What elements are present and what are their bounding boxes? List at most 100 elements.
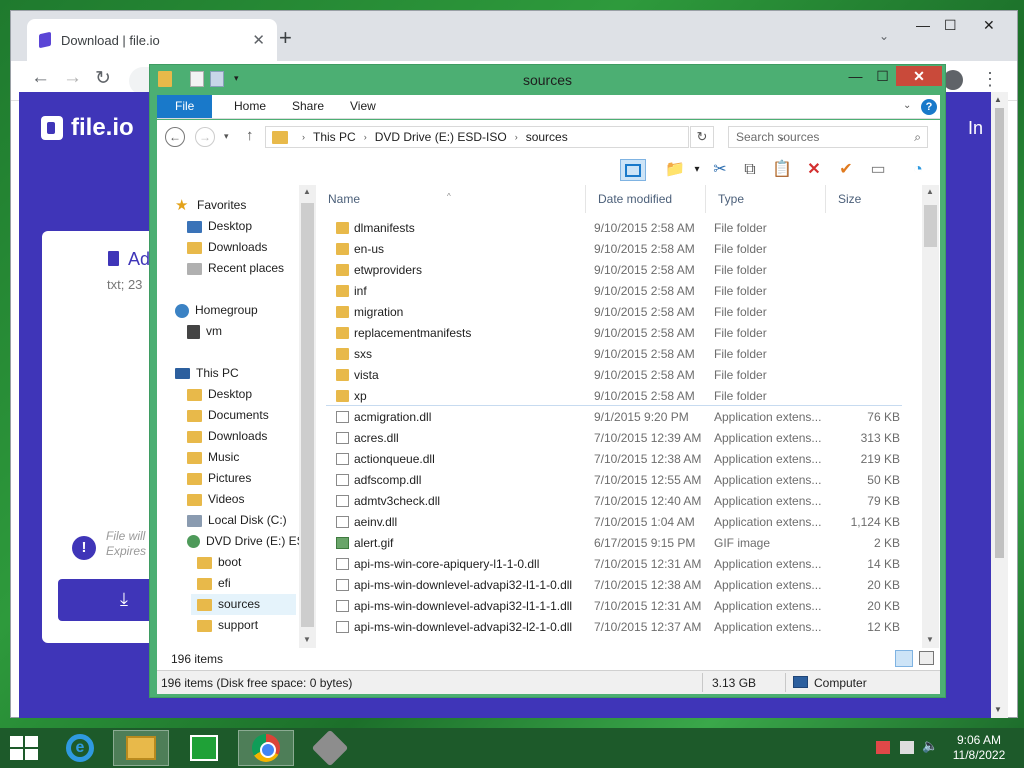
nav-scroll-thumb[interactable] xyxy=(301,203,314,627)
delete-icon[interactable]: ✕ xyxy=(801,159,827,181)
scroll-up-icon[interactable]: ▲ xyxy=(994,95,1002,104)
start-button[interactable] xyxy=(10,736,38,760)
explorer-minimize-button[interactable]: — xyxy=(842,66,869,86)
nav-pc-music[interactable]: Music xyxy=(187,447,239,468)
column-header-size[interactable]: Size xyxy=(826,185,922,213)
taskbar-store[interactable] xyxy=(176,730,232,766)
up-arrow-icon[interactable]: ↑ xyxy=(246,127,254,144)
crumb-sources[interactable]: sources xyxy=(526,130,568,144)
chrome-minimize-button[interactable]: — xyxy=(916,17,930,33)
copy-icon[interactable]: ⧉ xyxy=(737,159,763,181)
file-row[interactable]: api-ms-win-downlevel-advapi32-l1-1-0.dll… xyxy=(326,575,922,596)
address-bar[interactable]: › This PC › DVD Drive (E:) ESD-ISO › sou… xyxy=(265,126,786,148)
taskbar-ie[interactable]: e xyxy=(52,730,108,766)
taskbar-file-explorer[interactable] xyxy=(113,730,169,766)
nav-fav-desktop[interactable]: Desktop xyxy=(187,216,252,237)
page-scroll-thumb[interactable] xyxy=(995,108,1004,558)
file-row[interactable]: migration 9/10/2015 2:58 AM File folder xyxy=(326,302,922,323)
cut-icon[interactable]: ✂ xyxy=(707,159,733,181)
nav-dvd-efi[interactable]: efi xyxy=(197,573,231,594)
scroll-down-icon[interactable]: ▼ xyxy=(303,635,311,644)
login-link[interactable]: In xyxy=(968,118,983,139)
column-header-name[interactable]: Name ^ xyxy=(316,185,586,213)
nav-dvd-boot[interactable]: boot xyxy=(197,552,241,573)
scroll-down-icon[interactable]: ▼ xyxy=(994,705,1002,714)
file-scrollbar[interactable]: ▲ ▼ xyxy=(922,185,939,648)
new-tab-button[interactable]: + xyxy=(279,27,292,49)
chrome-menu-icon[interactable]: ⋮ xyxy=(981,69,999,90)
file-row[interactable]: api-ms-win-core-apiquery-l1-1-0.dll 7/10/… xyxy=(326,554,922,575)
nav-dvd-sources[interactable]: sources xyxy=(191,594,296,615)
file-row[interactable]: dlmanifests 9/10/2015 2:58 AM File folder xyxy=(326,218,922,239)
file-row[interactable]: inf 9/10/2015 2:58 AM File folder xyxy=(326,281,922,302)
nav-pc-downloads[interactable]: Downloads xyxy=(187,426,267,447)
paste-icon[interactable]: 📋 xyxy=(769,159,795,181)
file-row[interactable]: acmigration.dll 9/1/2015 9:20 PM Applicati… xyxy=(326,407,922,428)
tab-search-icon[interactable]: ⌄ xyxy=(879,29,889,43)
nav-pc-local-disk[interactable]: Local Disk (C:) xyxy=(187,510,287,531)
scroll-up-icon[interactable]: ▲ xyxy=(926,187,934,196)
nav-pc-dvd-drive[interactable]: DVD Drive (E:) ES xyxy=(187,531,305,552)
taskbar-app[interactable] xyxy=(302,729,358,767)
forward-arrow-icon[interactable]: → xyxy=(63,67,82,89)
ribbon-tab-view[interactable]: View xyxy=(335,95,391,118)
chrome-maximize-button[interactable]: ☐ xyxy=(944,17,957,34)
browser-tab[interactable]: Download | file.io ✕ xyxy=(27,19,277,61)
nav-fav-downloads[interactable]: Downloads xyxy=(187,237,267,258)
refresh-icon[interactable]: ↻ xyxy=(690,126,714,148)
properties-check-icon[interactable]: ✔ xyxy=(833,159,859,181)
system-clock[interactable]: 9:06 AM 11/8/2022 xyxy=(944,733,1014,763)
search-input[interactable]: Search sources ⌕ xyxy=(728,126,928,148)
network-icon[interactable]: ◔ xyxy=(905,159,931,181)
file-row[interactable]: alert.gif 6/17/2015 9:15 PM GIF image 2 KB xyxy=(326,533,922,554)
nav-pc-documents[interactable]: Documents xyxy=(187,405,269,426)
file-row[interactable]: api-ms-win-downlevel-advapi32-l2-1-0.dll… xyxy=(326,617,922,638)
nav-fav-recent[interactable]: Recent places xyxy=(187,258,284,279)
explorer-titlebar[interactable]: ▾ sources — ☐ ✕ xyxy=(150,65,945,95)
crumb-this-pc[interactable]: This PC xyxy=(313,130,356,144)
nav-vm[interactable]: vm xyxy=(187,321,222,342)
file-row[interactable]: replacementmanifests 9/10/2015 2:58 AM Fil… xyxy=(326,323,922,344)
recent-locations-icon[interactable]: ▾ xyxy=(224,131,229,142)
ribbon-tab-home[interactable]: Home xyxy=(219,95,281,118)
nav-dvd-support[interactable]: support xyxy=(197,615,258,636)
file-row[interactable]: etwproviders 9/10/2015 2:58 AM File folder xyxy=(326,260,922,281)
file-row[interactable]: vista 9/10/2015 2:58 AM File folder xyxy=(326,365,922,386)
rename-icon[interactable]: ▭ xyxy=(865,159,891,181)
nav-this-pc[interactable]: This PC xyxy=(175,363,239,384)
file-row[interactable]: adfscomp.dll 7/10/2015 12:55 AM Applicatio… xyxy=(326,470,922,491)
file-row[interactable]: en-us 9/10/2015 2:58 AM File folder xyxy=(326,239,922,260)
scroll-down-icon[interactable]: ▼ xyxy=(926,635,934,644)
tab-close-icon[interactable]: ✕ xyxy=(252,31,265,49)
nav-pc-pictures[interactable]: Pictures xyxy=(187,468,251,489)
search-icon[interactable]: ⌕ xyxy=(914,127,921,147)
file-row[interactable]: acres.dll 7/10/2015 12:39 AM Application e… xyxy=(326,428,922,449)
nav-favorites[interactable]: ★ Favorites xyxy=(175,195,246,216)
details-view-icon[interactable] xyxy=(895,650,913,667)
forward-button[interactable]: → xyxy=(195,127,215,147)
nav-pc-videos[interactable]: Videos xyxy=(187,489,244,510)
crumb-separator[interactable]: › xyxy=(364,132,367,142)
ribbon-tab-share[interactable]: Share xyxy=(277,95,339,118)
crumb-separator[interactable]: › xyxy=(302,132,305,142)
column-header-date[interactable]: Date modified xyxy=(586,185,706,213)
nav-homegroup[interactable]: Homegroup xyxy=(175,300,258,321)
fileio-logo[interactable]: file.io xyxy=(41,114,134,142)
file-row[interactable]: api-ms-win-downlevel-advapi32-l1-1-1.dll… xyxy=(326,596,922,617)
page-scrollbar[interactable]: ▲ ▼ xyxy=(991,92,1008,718)
column-header-type[interactable]: Type xyxy=(706,185,826,213)
scroll-up-icon[interactable]: ▲ xyxy=(303,187,311,196)
explorer-close-button[interactable]: ✕ xyxy=(896,66,942,86)
file-scroll-thumb[interactable] xyxy=(924,205,937,247)
expand-ribbon-icon[interactable]: ⌄ xyxy=(903,100,911,111)
back-button[interactable]: ← xyxy=(165,127,185,147)
action-center-flag-icon[interactable] xyxy=(876,741,890,754)
crumb-dvd-drive[interactable]: DVD Drive (E:) ESD-ISO xyxy=(375,130,507,144)
help-icon[interactable]: ? xyxy=(921,99,937,115)
preview-pane-icon[interactable] xyxy=(620,159,646,181)
nav-pc-desktop[interactable]: Desktop xyxy=(187,384,252,405)
file-row[interactable]: xp 9/10/2015 2:58 AM File folder xyxy=(326,386,922,407)
taskbar-chrome[interactable] xyxy=(238,730,294,766)
crumb-separator[interactable]: › xyxy=(515,132,518,142)
file-row[interactable]: admtv3check.dll 7/10/2015 12:40 AM Applica… xyxy=(326,491,922,512)
